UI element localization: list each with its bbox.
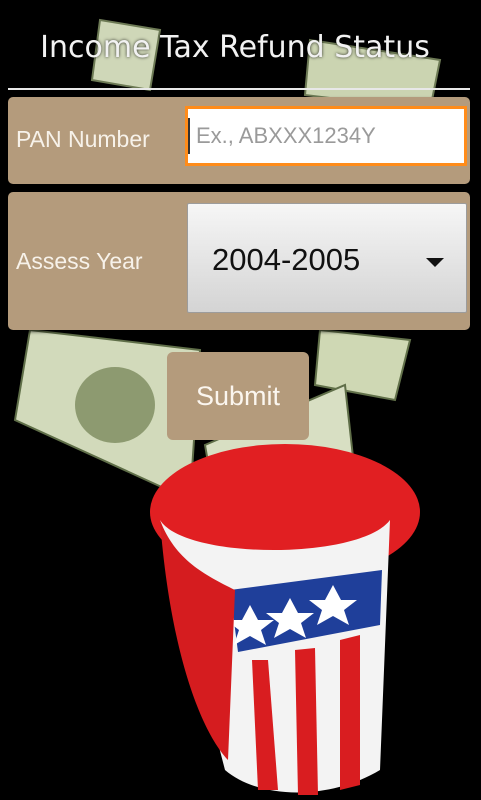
assess-year-row: Assess Year 2004-2005 [8,192,470,330]
dropdown-arrow-icon [426,258,444,267]
assess-year-dropdown[interactable]: 2004-2005 [187,203,467,313]
uncle-sam-hat-image [160,520,390,795]
page-title: Income Tax Refund Status [40,30,430,65]
title-divider [8,88,470,90]
pan-number-row: PAN Number [8,97,470,184]
assess-year-selected-value: 2004-2005 [212,242,361,277]
pan-number-label: PAN Number [16,126,150,152]
pan-number-input[interactable] [185,106,467,166]
assess-year-label: Assess Year [16,248,143,274]
submit-button[interactable]: Submit [167,352,309,440]
text-cursor [188,118,190,154]
